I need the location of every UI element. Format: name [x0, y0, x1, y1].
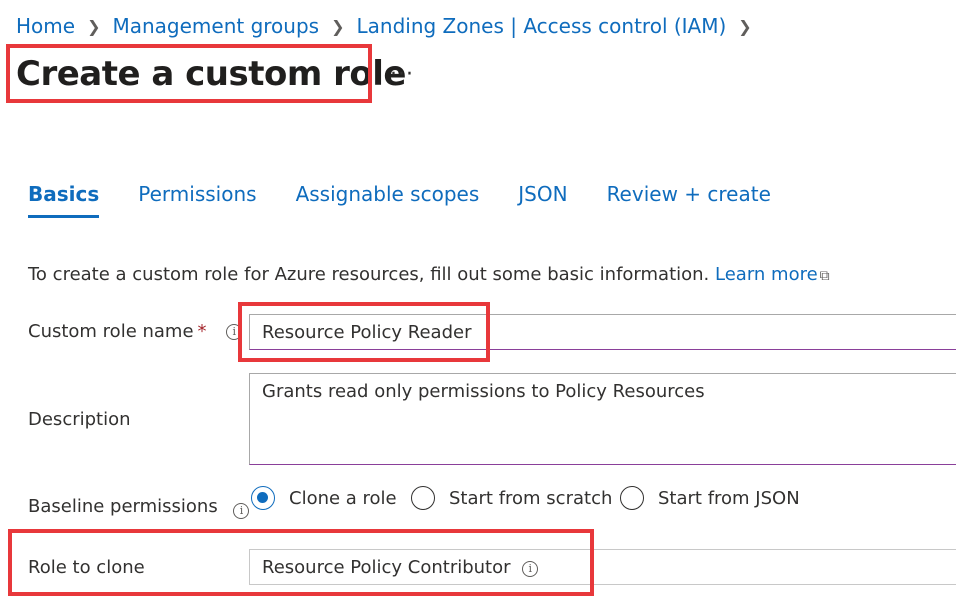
chevron-right-icon: ❯	[331, 16, 345, 36]
radio-clone-a-role[interactable]: Clone a role	[251, 486, 397, 510]
baseline-permissions-label: Baseline permissions i	[28, 496, 250, 519]
tab-assignable-scopes[interactable]: Assignable scopes	[296, 182, 480, 218]
highlight-box-title	[6, 44, 372, 103]
info-icon[interactable]: i	[233, 503, 250, 519]
radio-label: Start from scratch	[449, 487, 613, 509]
intro-text: To create a custom role for Azure resour…	[28, 264, 830, 285]
learn-more-link[interactable]: Learn more ⧉	[715, 264, 830, 285]
radio-selected-icon[interactable]	[251, 486, 275, 510]
breadcrumb-landing-zones-iam[interactable]: Landing Zones | Access control (IAM)	[357, 14, 727, 38]
breadcrumb-management-groups[interactable]: Management groups	[112, 14, 319, 38]
chevron-right-icon: ❯	[87, 16, 101, 36]
highlight-box-role-to-clone	[8, 529, 594, 596]
more-icon[interactable]: ···	[390, 62, 414, 87]
breadcrumb: Home ❯ Management groups ❯ Landing Zones…	[16, 12, 764, 40]
required-indicator: *	[197, 321, 207, 342]
highlight-box-role-name	[238, 302, 490, 362]
tab-review-create[interactable]: Review + create	[607, 182, 771, 218]
external-link-icon: ⧉	[819, 268, 830, 284]
radio-unselected-icon[interactable]	[411, 486, 435, 510]
breadcrumb-home[interactable]: Home	[16, 14, 75, 38]
radio-start-from-json[interactable]: Start from JSON	[620, 486, 800, 510]
radio-start-from-scratch[interactable]: Start from scratch	[411, 486, 612, 510]
intro-description: To create a custom role for Azure resour…	[28, 264, 710, 285]
chevron-right-icon: ❯	[738, 16, 752, 36]
description-textarea[interactable]: Grants read only permissions to Policy R…	[249, 373, 956, 465]
tab-basics[interactable]: Basics	[28, 182, 100, 218]
radio-label: Clone a role	[289, 487, 397, 509]
custom-role-name-label: Custom role name * i	[28, 321, 243, 342]
description-label: Description	[28, 409, 131, 430]
radio-label: Start from JSON	[658, 487, 800, 509]
tab-bar: Basics Permissions Assignable scopes JSO…	[28, 182, 810, 218]
radio-unselected-icon[interactable]	[620, 486, 644, 510]
tab-json[interactable]: JSON	[518, 182, 567, 218]
tab-permissions[interactable]: Permissions	[138, 182, 256, 218]
